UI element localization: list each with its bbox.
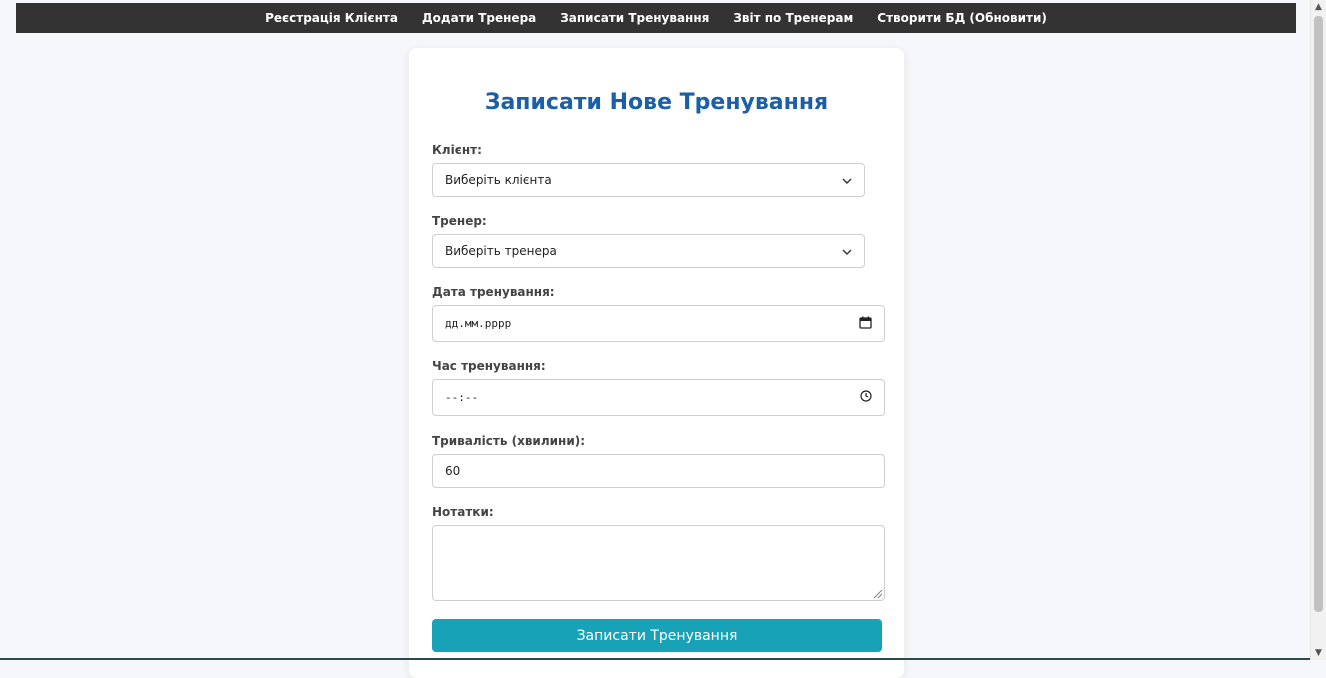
resize-handle-icon[interactable] [874,590,882,598]
client-select-value: Виберіть клієнта [445,173,552,187]
time-label: Час тренування: [432,359,546,373]
nav-record-training[interactable]: Записати Тренування [560,11,709,25]
trainer-select-value: Виберіть тренера [445,244,557,258]
page-title: Записати Нове Тренування [484,90,829,115]
chevron-down-icon [842,245,852,258]
scrollbar-thumb[interactable] [1314,16,1323,612]
notes-label: Нотатки: [432,505,494,519]
date-input-value: дд.мм.рррр [445,317,512,330]
client-label: Клієнт: [432,143,482,157]
nav-trainer-report[interactable]: Звіт по Тренерам [733,11,853,25]
time-input-value: --:-- [445,391,479,404]
submit-training-button[interactable]: Записати Тренування [432,619,882,652]
nav-add-trainer[interactable]: Додати Тренера [422,11,536,25]
nav-create-db[interactable]: Створити БД (Обновити) [877,11,1047,25]
date-input[interactable]: дд.мм.рррр [432,305,885,342]
duration-input[interactable]: 60 [432,454,885,488]
top-navigation: Реєстрація Клієнта Додати Тренера Записа… [16,3,1296,33]
clock-icon[interactable] [860,390,872,405]
scroll-down-icon[interactable]: ▼ [1311,646,1326,660]
client-select[interactable]: Виберіть клієнта [432,163,865,197]
trainer-select[interactable]: Виберіть тренера [432,234,865,268]
vertical-scrollbar[interactable]: ▲ ▼ [1310,0,1326,660]
duration-label: Тривалість (хвилини): [432,434,586,448]
scroll-up-icon[interactable]: ▲ [1311,0,1326,14]
notes-textarea[interactable] [432,525,885,601]
nav-register-client[interactable]: Реєстрація Клієнта [265,11,398,25]
calendar-icon[interactable] [859,316,872,332]
date-label: Дата тренування: [432,285,555,299]
duration-input-value: 60 [445,464,461,478]
trainer-label: Тренер: [432,214,487,228]
time-input[interactable]: --:-- [432,379,885,416]
chevron-down-icon [842,174,852,187]
